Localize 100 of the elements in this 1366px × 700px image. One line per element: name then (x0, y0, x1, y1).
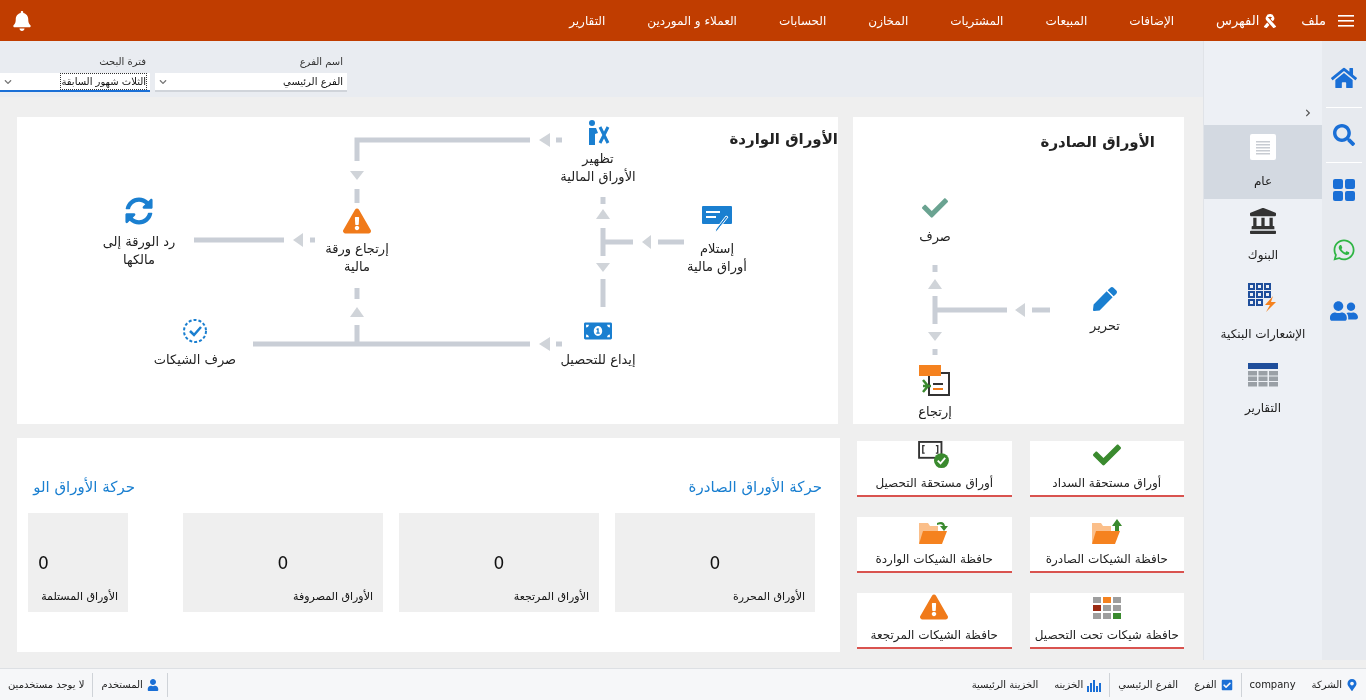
stat-label: الأوراق المحررة (731, 589, 805, 605)
connector-dash (354, 189, 360, 203)
side-nav-item[interactable]: الإشعارات البنكية (1204, 273, 1322, 353)
menu-item[interactable]: الفهرس (1216, 10, 1260, 31)
node-label[interactable]: إرتجاع (918, 403, 952, 421)
stat-label: الأوراق المستلمة (40, 589, 118, 605)
menu-item[interactable]: التقارير (569, 11, 606, 30)
arrowhead (642, 235, 651, 249)
status-label: الخزينه (1054, 678, 1084, 692)
dropdown-icon (159, 77, 167, 86)
node-label[interactable]: تحرير (1090, 317, 1120, 335)
node-label[interactable]: إرتجاع ورقة مالية (325, 240, 389, 276)
arrowhead (293, 233, 303, 247)
connector-line (600, 279, 606, 307)
arrowhead (350, 171, 364, 180)
return-document-icon (919, 365, 951, 397)
menu-item[interactable]: الإضافات (1129, 11, 1175, 30)
arrows-icon (125, 197, 153, 225)
shortcut-tile[interactable]: حافظة شيكات تحت التحصيل (1029, 593, 1184, 649)
stat-value: 0 (493, 551, 505, 575)
menu-item[interactable]: الحسابات (778, 11, 827, 30)
arrowhead (539, 337, 550, 351)
status-value: company (1248, 678, 1297, 692)
grid-bolt-icon (1248, 283, 1278, 313)
shortcut-tile[interactable]: أوراق مستحقة السداد (1029, 441, 1184, 497)
side-nav-item[interactable]: التقارير (1204, 353, 1322, 427)
shortcut-tile[interactable]: حافظة الشيكات الصادرة (1029, 517, 1184, 573)
folder-arrow-icon (919, 519, 950, 545)
stat-value: 0 (277, 551, 289, 575)
field-label: فترة البحث (98, 55, 147, 69)
checkbox[interactable] (1220, 678, 1233, 691)
connector-dash (932, 265, 938, 272)
menu-item[interactable]: ملف (1301, 10, 1326, 31)
status-value: الخزينة الرئيسية (970, 678, 1040, 692)
connector-dash (1032, 307, 1050, 313)
connector-dash (556, 341, 562, 347)
section-title: حركة الأوراق الصادرة (687, 476, 822, 498)
node-label[interactable]: إستلام أوراق مالية (687, 240, 747, 276)
select-field[interactable]: الثلاث شهور السابقة (0, 73, 150, 92)
arrowhead (1015, 303, 1025, 317)
shortcut-tile[interactable]: أوراق مستحقة التحصيل (857, 441, 1012, 497)
node-label[interactable]: صرف (919, 228, 951, 246)
warning-icon (920, 593, 949, 621)
connector-line (600, 225, 636, 259)
bars-icon (1087, 677, 1102, 692)
stat-label: الأوراق المرتجعة (512, 589, 589, 605)
arrowhead (350, 307, 364, 317)
grid-icon[interactable] (1333, 179, 1355, 201)
menu-item[interactable]: العملاء و الموردين (647, 11, 737, 30)
shortcut-tile[interactable]: حافظة الشيكات المرتجعة (857, 593, 1012, 649)
node-label[interactable]: رد الورقة إلى مالكها (102, 233, 176, 269)
arrowhead (928, 279, 942, 289)
stat-value: 0 (38, 551, 49, 575)
connector-dash (600, 197, 606, 204)
person-tool-icon (586, 119, 610, 145)
shortcut-tile[interactable]: حافظة الشيكات الواردة (857, 517, 1012, 573)
connector-dash (556, 137, 562, 143)
folder-arrow-icon (1091, 519, 1122, 545)
pen-icon (1093, 287, 1117, 311)
arrowhead (596, 209, 610, 219)
document-icon (1250, 134, 1276, 160)
card-title: الأوراق الصادرة (1040, 132, 1155, 153)
menu-icon[interactable] (1338, 14, 1354, 27)
arrowhead (928, 332, 942, 341)
menu-item[interactable]: المشتريات (950, 11, 1004, 30)
card-title: الأوراق الواردة (729, 129, 838, 150)
connector-dash (658, 239, 684, 245)
warning-icon (343, 207, 371, 235)
node-label[interactable]: تظهير الأوراق المالية (560, 150, 636, 186)
location-icon (1346, 678, 1358, 691)
side-nav-item[interactable]: البنوك (1204, 199, 1322, 273)
status-label: المستخدم (101, 678, 143, 692)
ribbon-icon[interactable] (1263, 13, 1278, 28)
home-icon[interactable] (1331, 65, 1357, 91)
status-value: لا يوجد مستخدمين (7, 678, 86, 692)
search-icon[interactable] (1333, 124, 1355, 146)
arrowhead (596, 263, 610, 272)
node-label[interactable]: صرف الشيكات (153, 351, 237, 369)
connector-dash (310, 237, 315, 243)
check-icon (922, 195, 948, 221)
frame-check-icon (917, 441, 952, 469)
dropdown-icon (4, 77, 12, 86)
stat-value: 0 (709, 551, 721, 575)
bank-icon (1250, 208, 1276, 234)
dashed-check-icon (182, 318, 208, 344)
status-value: الفرع الرئيسي (1117, 678, 1180, 692)
stat-label: الأوراق المصروفة (292, 589, 373, 605)
select-field[interactable]: الفرع الرئيسي (155, 73, 347, 92)
chevron-icon[interactable] (1304, 109, 1312, 117)
form-pen-icon (701, 205, 733, 233)
menu-item[interactable]: المخازن (868, 11, 909, 30)
bell-icon[interactable] (12, 10, 32, 31)
node-label[interactable]: إيداع للتحصيل (560, 351, 636, 369)
connector-dash (354, 288, 360, 299)
connector-dash (932, 349, 938, 355)
arrowhead (539, 133, 550, 147)
side-nav-item[interactable]: عام (1204, 125, 1322, 199)
section-title: حركة الأوراق الو (31, 476, 135, 498)
field-label: اسم الفرع (298, 55, 344, 69)
menu-item[interactable]: المبيعات (1045, 11, 1088, 30)
